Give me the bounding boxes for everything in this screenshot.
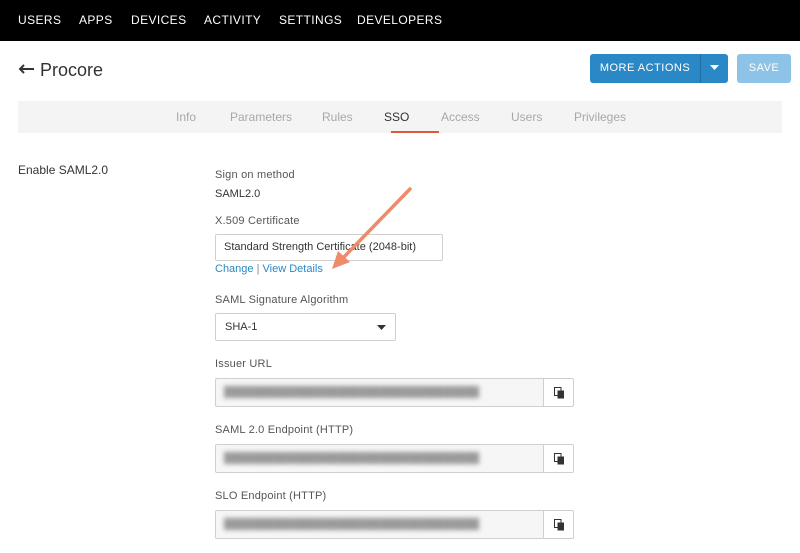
- certificate-links: Change | View Details: [215, 263, 323, 275]
- slo-endpoint-input[interactable]: ████████████████████████████████████: [215, 510, 544, 539]
- active-tab-indicator: [391, 131, 439, 133]
- copy-slo-endpoint-button[interactable]: [543, 510, 574, 539]
- tab-access[interactable]: Access: [441, 110, 480, 124]
- nav-devices[interactable]: DEVICES: [131, 13, 186, 27]
- issuer-url-group: ████████████████████████████████████: [215, 378, 574, 407]
- tab-info[interactable]: Info: [176, 110, 196, 124]
- caret-down-icon: [377, 325, 386, 330]
- change-link[interactable]: Change: [215, 263, 254, 275]
- page-title: Procore: [40, 60, 104, 80]
- view-details-link[interactable]: View Details: [263, 263, 323, 275]
- top-nav: USERS APPS DEVICES ACTIVITY SETTINGS DEV…: [0, 0, 800, 41]
- signature-algorithm-value: SHA-1: [225, 321, 258, 333]
- issuer-url-input[interactable]: ████████████████████████████████████: [215, 378, 544, 407]
- nav-settings[interactable]: SETTINGS: [279, 13, 342, 27]
- nav-developers[interactable]: DEVELOPERS: [357, 13, 442, 27]
- slo-endpoint-label: SLO Endpoint (HTTP): [215, 490, 327, 502]
- nav-users[interactable]: USERS: [18, 13, 61, 27]
- caret-down-icon: [710, 65, 719, 70]
- sign-on-method-label: Sign on method: [215, 169, 295, 181]
- nav-apps[interactable]: APPS: [79, 13, 113, 27]
- tab-users[interactable]: Users: [511, 110, 542, 124]
- copy-icon: [554, 519, 564, 531]
- saml-endpoint-label: SAML 2.0 Endpoint (HTTP): [215, 424, 354, 436]
- redacted-text: ████████████████████████████████████: [224, 453, 480, 464]
- more-actions-button[interactable]: MORE ACTIONS: [590, 54, 700, 83]
- section-label: Enable SAML2.0: [18, 163, 109, 177]
- signature-algorithm-select[interactable]: SHA-1: [215, 313, 396, 341]
- signature-algorithm-label: SAML Signature Algorithm: [215, 294, 349, 306]
- redacted-text: ████████████████████████████████████: [224, 387, 480, 398]
- copy-saml-endpoint-button[interactable]: [543, 444, 574, 473]
- tab-parameters[interactable]: Parameters: [230, 110, 292, 124]
- redacted-text: ████████████████████████████████████: [224, 519, 480, 530]
- more-actions-dropdown-button[interactable]: [700, 54, 728, 83]
- copy-icon: [554, 453, 564, 465]
- nav-activity[interactable]: ACTIVITY: [204, 13, 261, 27]
- tab-rules[interactable]: Rules: [322, 110, 353, 124]
- issuer-url-label: Issuer URL: [215, 358, 273, 370]
- certificate-field: Standard Strength Certificate (2048-bit): [215, 234, 443, 261]
- tab-sso[interactable]: SSO: [384, 110, 409, 124]
- saml-endpoint-group: ████████████████████████████████████: [215, 444, 574, 473]
- arrow-left-icon[interactable]: [18, 61, 36, 75]
- sign-on-method-value: SAML2.0: [215, 188, 261, 200]
- tab-bar: Info Parameters Rules SSO Access Users P…: [18, 101, 782, 133]
- tab-privileges[interactable]: Privileges: [574, 110, 626, 124]
- link-separator: |: [256, 263, 260, 275]
- copy-icon: [554, 387, 564, 399]
- saml-endpoint-input[interactable]: ████████████████████████████████████: [215, 444, 544, 473]
- save-button[interactable]: SAVE: [737, 54, 791, 83]
- slo-endpoint-group: ████████████████████████████████████: [215, 510, 574, 539]
- copy-issuer-url-button[interactable]: [543, 378, 574, 407]
- certificate-label: X.509 Certificate: [215, 215, 300, 227]
